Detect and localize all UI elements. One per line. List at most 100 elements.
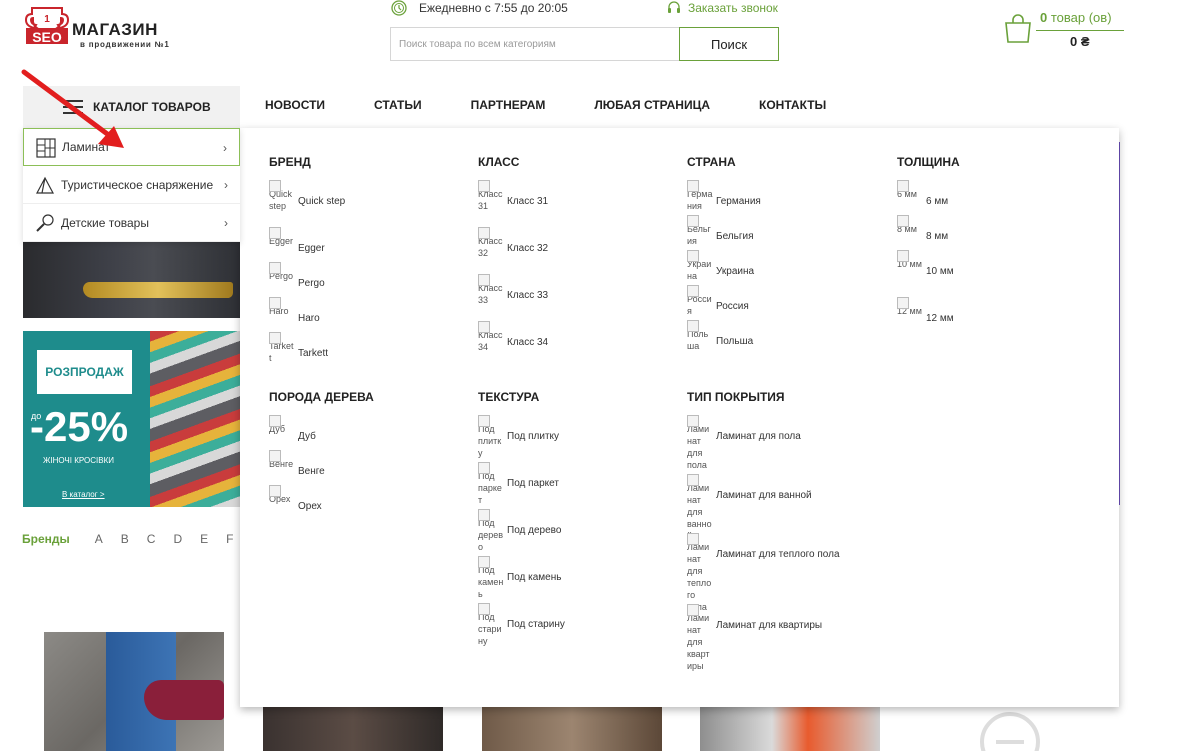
filter-thickness-item[interactable]: 8 мм 8 мм [897,215,949,242]
filter-title-wood: ПОРОДА ДЕРЕВА [269,390,374,404]
filter-thickness-item[interactable]: 6 мм 6 мм [897,180,948,207]
brand-image: Quick step [269,180,295,212]
thickness-label: 8 мм [926,231,949,242]
filter-texture-item[interactable]: Под старину Под старину [478,603,565,647]
filter-wood-item[interactable]: Венге Венге [269,450,325,477]
product-image[interactable] [482,707,662,751]
brand-image: Pergo [269,262,295,282]
filter-title-brand: БРЕНД [269,155,311,169]
tent-icon [36,176,54,194]
class-image: Класс 34 [478,321,504,353]
product-image[interactable] [700,707,880,751]
brand-letter[interactable]: E [200,532,208,546]
sale-badge: РОЗПРОДАЖ [37,350,132,394]
shoe-banner[interactable] [23,242,240,318]
sale-banner[interactable]: РОЗПРОДАЖ до -25% ЖІНОЧІ КРОСІВКИ В ката… [23,331,240,507]
brands-filter: Бренды A B C D E F [22,532,251,546]
parquet-icon [36,138,56,158]
working-hours-text: Ежедневно с 7:55 до 20:05 [419,1,568,15]
country-label: Германия [716,196,761,207]
nav-articles[interactable]: СТАТЬИ [374,98,422,112]
filter-class-item[interactable]: Класс 34 Класс 34 [478,321,549,353]
search-button[interactable]: Поиск [679,27,779,61]
filter-class-item[interactable]: Класс 32 Класс 32 [478,227,549,259]
filter-texture-item[interactable]: Под камень Под камень [478,556,561,600]
sale-subtitle: ЖІНОЧІ КРОСІВКИ [43,456,114,465]
nav-contacts[interactable]: КОНТАКТЫ [759,98,826,112]
filter-brand-item[interactable]: Tarkett Tarkett [269,332,328,364]
category-tourism[interactable]: Туристическое снаряжение › [23,166,240,204]
filter-title-texture: ТЕКСТУРА [478,390,540,404]
filter-coating-item[interactable]: Ламинат для теплого пола Ламинат для тепл… [687,533,840,613]
filter-class-item[interactable]: Класс 31 Класс 31 [478,180,549,212]
site-logo[interactable]: SEO 1 МАГАЗИН в продвижении №1 [24,2,174,54]
category-label: Туристическое снаряжение [61,177,214,192]
filter-coating-item[interactable]: Ламинат для пола Ламинат для пола [687,415,801,471]
top-navigation: НОВОСТИ СТАТЬИ ПАРТНЕРАМ ЛЮБАЯ СТРАНИЦА … [265,98,875,112]
filter-thickness-item[interactable]: 12 мм 12 мм [897,297,954,324]
brand-letter[interactable]: A [95,532,103,546]
filter-brand-item[interactable]: Pergo Pergo [269,262,325,289]
texture-label: Под старину [507,619,565,630]
filter-wood-item[interactable]: Дуб Дуб [269,415,316,442]
filter-title-class: КЛАСС [478,155,520,169]
coating-label: Ламинат для теплого пола [716,549,840,560]
class-image: Класс 32 [478,227,504,259]
shopping-bag-icon [1005,14,1031,43]
nav-any-page[interactable]: ЛЮБАЯ СТРАНИЦА [594,98,710,112]
country-image: Украина [687,250,713,282]
country-image: Германия [687,180,713,212]
filter-country-item[interactable]: Германия Германия [687,180,761,212]
product-image[interactable] [44,632,224,751]
cart[interactable]: 0 товар (ов) 0 ₴ [1004,8,1124,54]
filter-brand-item[interactable]: Egger Egger [269,227,325,254]
chevron-right-icon: › [224,178,228,192]
filter-coating-item[interactable]: Ламинат для ванной Ламинат для ванной [687,474,812,542]
category-kids[interactable]: Детские товары › [23,204,240,242]
catalog-button[interactable]: КАТАЛОГ ТОВАРОВ [23,86,240,128]
category-label: Ламинат [62,140,111,154]
sale-percent: -25% [30,403,129,450]
filter-class-item[interactable]: Класс 33 Класс 33 [478,274,548,306]
filter-texture-item[interactable]: Под плитку Под плитку [478,415,559,459]
filter-country-item[interactable]: Россия Россия [687,285,749,317]
filter-brand-item[interactable]: Haro Haro [269,297,320,324]
laminate-mega-menu: БРЕНД Quick step Quick step Egger Egger Pe… [240,128,1119,707]
filter-thickness-item[interactable]: 10 мм 10 мм [897,250,954,277]
class-label: Класс 32 [507,243,549,254]
coating-image: Ламинат для квартиры [687,604,713,672]
nav-partners[interactable]: ПАРТНЕРАМ [471,98,546,112]
callback-link[interactable]: Заказать звонок [666,0,778,16]
product-image[interactable] [263,707,443,751]
filter-country-item[interactable]: Польша Польша [687,320,753,352]
category-laminate[interactable]: Ламинат › [23,128,240,166]
cart-sum: 0 ₴ [1070,34,1090,49]
filter-brand-item[interactable]: Quick step Quick step [269,180,345,212]
brand-letter[interactable]: B [121,532,129,546]
class-label: Класс 31 [507,196,549,207]
category-label: Детские товары [61,215,149,230]
filter-country-item[interactable]: Украина Украина [687,250,754,282]
brand-letter[interactable]: D [173,532,182,546]
thickness-image: 10 мм [897,250,923,270]
wood-label: Венге [298,466,325,477]
wood-image: Венге [269,450,295,470]
svg-text:SEO: SEO [32,29,62,45]
chevron-right-icon: › [224,216,228,230]
brand-letter[interactable]: C [147,532,156,546]
filter-title-country: СТРАНА [687,155,736,169]
filter-country-item[interactable]: Бельгия Бельгия [687,215,754,247]
filter-wood-item[interactable]: Орех Орех [269,485,322,512]
filter-coating-item[interactable]: Ламинат для квартиры Ламинат для квартиры [687,604,822,672]
filter-texture-item[interactable]: Под паркет Под паркет [478,462,559,506]
brand-letter[interactable]: F [226,532,233,546]
thickness-label: 12 мм [926,313,954,324]
search-input[interactable] [390,27,679,61]
class-image: Класс 31 [478,180,504,212]
filter-texture-item[interactable]: Под дерево Под дерево [478,509,562,553]
sale-catalog-link[interactable]: В каталог > [62,490,105,499]
nav-news[interactable]: НОВОСТИ [265,98,325,112]
wood-image: Дуб [269,415,295,435]
texture-label: Под дерево [507,525,562,536]
class-label: Класс 34 [507,337,549,348]
